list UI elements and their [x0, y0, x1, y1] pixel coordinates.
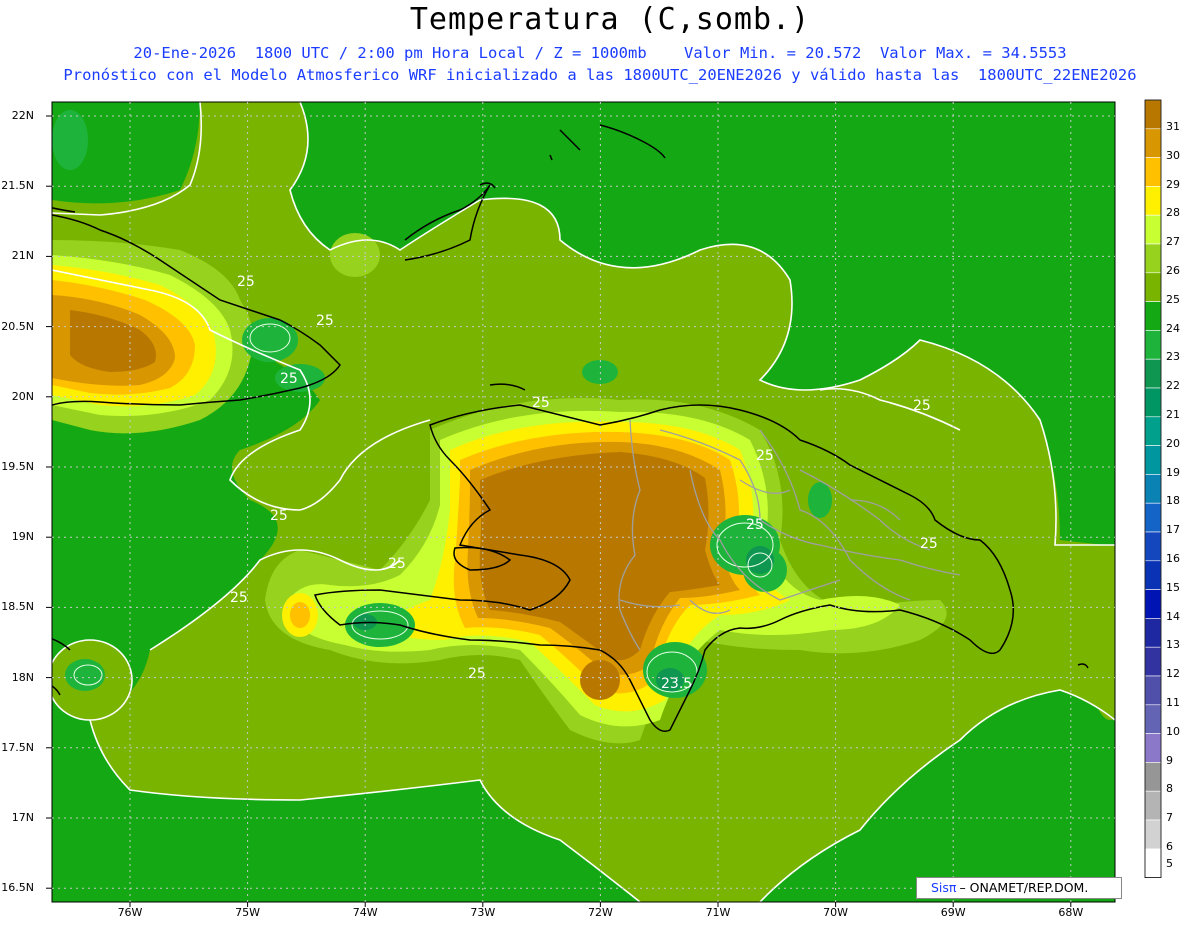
lat-label: 17.5N	[1, 740, 34, 754]
lon-label: 76W	[117, 906, 143, 919]
contour-label: 25	[920, 536, 938, 552]
colorbar-swatch	[1144, 474, 1162, 504]
colorbar-swatch	[1144, 790, 1162, 821]
lat-label: 16.5N	[1, 881, 34, 895]
contour-label: 25	[913, 398, 931, 414]
lon-label: 72W	[587, 906, 613, 919]
colorbar-label: 30	[1166, 148, 1180, 162]
colorbar-label: 16	[1166, 552, 1180, 565]
colorbar-label: 12	[1166, 667, 1180, 681]
lon-label: 69W	[940, 906, 966, 919]
contour-label: 25	[230, 590, 248, 606]
contour-label: 25	[746, 517, 764, 533]
colorbar-label: 19	[1166, 465, 1180, 479]
colorbar-swatch	[1144, 762, 1162, 792]
contour-label: 25	[388, 556, 406, 572]
lat-label: 18N	[11, 670, 34, 684]
colorbar-label: 25	[1166, 292, 1180, 306]
colorbar-swatch	[1144, 618, 1162, 648]
colorbar-swatch	[1144, 387, 1162, 418]
lat-label: 19.5N	[1, 460, 34, 473]
colorbar-label: 5	[1166, 856, 1173, 870]
colorbar-label: 8	[1166, 782, 1173, 796]
colorbar-swatch	[1144, 675, 1162, 706]
credit-box: Sisπ – ONAMET/REP.DOM.	[916, 877, 1122, 899]
colorbar-label: 31	[1166, 120, 1180, 133]
contour-label: 23.5	[661, 676, 692, 692]
colorbar-swatch	[1144, 301, 1162, 331]
lat-label: 22N	[11, 109, 34, 122]
colorbar-swatch	[1144, 445, 1162, 475]
colorbar-label: 24	[1166, 321, 1180, 335]
colorbar-swatch	[1144, 186, 1162, 216]
lat-label: 19N	[11, 530, 34, 544]
colorbar-swatch	[1144, 819, 1162, 850]
lon-label: 74W	[352, 906, 378, 919]
colorbar-swatch	[1144, 560, 1162, 590]
lat-label: 20N	[11, 389, 34, 403]
colorbar-label: 10	[1166, 724, 1180, 738]
colorbar-label: 20	[1166, 436, 1180, 450]
colorbar-swatch	[1144, 646, 1162, 677]
lon-label: 70W	[823, 906, 849, 919]
colorbar-label: 18	[1166, 494, 1180, 508]
colorbar	[1144, 99, 1162, 878]
lon-label: 73W	[470, 906, 496, 919]
contour-label: 25	[270, 508, 288, 524]
colorbar-label: 23	[1166, 350, 1180, 364]
colorbar-label: 28	[1166, 206, 1180, 220]
colorbar-swatch	[1144, 848, 1162, 878]
colorbar-swatch	[1144, 272, 1162, 302]
lon-label: 68W	[1058, 906, 1084, 919]
lat-label: 18.5N	[1, 600, 34, 614]
lat-label: 21N	[11, 249, 34, 263]
colorbar-label: 14	[1166, 609, 1180, 623]
colorbar-swatch	[1144, 330, 1162, 360]
colorbar-label: 13	[1166, 638, 1180, 652]
lat-label: 20.5N	[1, 319, 34, 333]
lat-label: 21.5N	[1, 179, 34, 193]
colorbar-label: 15	[1166, 580, 1180, 594]
colorbar-label: 17	[1166, 523, 1180, 537]
colorbar-swatch	[1144, 733, 1162, 763]
contour-label: 25	[532, 395, 550, 411]
colorbar-swatch	[1144, 358, 1162, 389]
lat-label: 17N	[11, 811, 34, 824]
colorbar-label: 21	[1166, 408, 1180, 421]
colorbar-label: 7	[1166, 811, 1173, 825]
contour-label: 25	[280, 371, 298, 387]
credit-brand: Sisπ	[931, 880, 957, 895]
contour-label: 25	[237, 274, 255, 290]
colorbar-label: 9	[1166, 753, 1173, 767]
colorbar-swatch	[1144, 99, 1162, 130]
shaded-field: 25 25 25 25 25 25 25 25 25 25 25 25 23.5	[52, 102, 1115, 902]
colorbar-swatch	[1144, 416, 1162, 446]
colorbar-swatch	[1144, 531, 1162, 562]
temperature-map: 25 25 25 25 25 25 25 25 25 25 25 25 23.5	[46, 99, 1162, 907]
colorbar-swatch	[1144, 214, 1162, 245]
colorbar-swatch	[1144, 157, 1162, 187]
colorbar-label: 11	[1166, 696, 1180, 709]
colorbar-swatch	[1144, 243, 1162, 274]
colorbar-swatch	[1144, 589, 1162, 619]
colorbar-swatch	[1144, 128, 1162, 158]
lon-label: 71W	[705, 906, 731, 919]
lon-label: 75W	[235, 906, 261, 919]
colorbar-label: 26	[1166, 264, 1180, 277]
contour-label: 25	[316, 313, 334, 329]
credit-text: – ONAMET/REP.DOM.	[959, 880, 1089, 895]
colorbar-swatch	[1144, 502, 1162, 533]
contour-label: 25	[756, 448, 774, 464]
colorbar-label: 27	[1166, 235, 1180, 249]
colorbar-swatch	[1144, 704, 1162, 734]
colorbar-label: 29	[1166, 177, 1180, 191]
colorbar-label: 6	[1166, 840, 1173, 853]
colorbar-label: 22	[1166, 379, 1180, 393]
